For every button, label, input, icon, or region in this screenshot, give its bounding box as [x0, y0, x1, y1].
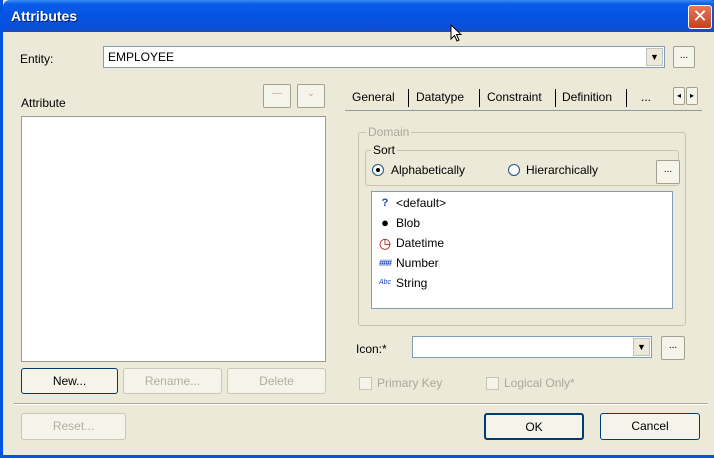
chevron-down-icon: ⌄ [306, 88, 316, 99]
tab-constraint[interactable]: Constraint [487, 87, 542, 109]
icon-dropdown-arrow[interactable]: ▼ [633, 338, 650, 356]
mouse-cursor-icon [450, 24, 463, 42]
close-button[interactable]: ✕ [688, 5, 712, 29]
tab-definition[interactable]: Definition [562, 87, 612, 109]
tab-separator [626, 89, 627, 107]
ok-button[interactable]: OK [484, 413, 584, 440]
icon-browse-button[interactable]: ... [661, 336, 685, 360]
sort-hierarchically-radio[interactable] [508, 164, 520, 176]
sort-browse-button[interactable]: ... [656, 160, 680, 184]
tab-baseline [345, 110, 702, 111]
radio-selected-dot [376, 168, 380, 172]
domain-item-label: Blob [396, 216, 421, 230]
new-button[interactable]: New... [21, 368, 118, 394]
attributes-window: Attributes ✕ Entity: EMPLOYEE ▼ ... Attr… [0, 0, 714, 458]
domain-item-label: Number [396, 256, 439, 270]
attribute-list[interactable] [21, 116, 326, 362]
domain-legend: Domain [366, 125, 412, 139]
primary-key-label: Primary Key [377, 376, 443, 390]
rename-button[interactable]: Rename... [123, 368, 222, 394]
tab-scroll-right[interactable]: ▸ [686, 87, 698, 105]
attribute-label: Attribute [21, 96, 66, 110]
chevron-right-icon: ▸ [689, 91, 694, 100]
chevron-left-icon: ◂ [676, 91, 681, 100]
move-up-button[interactable]: — [263, 84, 291, 108]
entity-combo[interactable]: EMPLOYEE ▼ [103, 46, 665, 68]
tab-scroll-left[interactable]: ◂ [673, 87, 685, 105]
delete-button[interactable]: Delete [227, 368, 326, 394]
chevron-down-icon: ▼ [650, 52, 659, 62]
entity-dropdown-arrow[interactable]: ▼ [646, 48, 663, 66]
domain-item-label: <default> [396, 196, 447, 210]
question-icon: ? [381, 197, 389, 209]
entity-label: Entity: [20, 52, 54, 66]
cancel-button[interactable]: Cancel [600, 413, 700, 440]
reset-button[interactable]: Reset... [21, 413, 126, 440]
primary-key-checkbox[interactable] [359, 377, 372, 390]
domain-item-label: Datetime [396, 236, 445, 250]
sort-alphabetically-radio[interactable] [372, 164, 384, 176]
entity-value: EMPLOYEE [108, 50, 175, 64]
icon-combo[interactable]: ▼ [412, 336, 652, 358]
dialog-body: Entity: EMPLOYEE ▼ ... Attribute — ⌄ Gen… [6, 24, 714, 455]
dash-icon: — [272, 88, 282, 99]
close-icon: ✕ [692, 6, 708, 26]
window-title: Attributes [11, 8, 78, 24]
tab-separator [479, 89, 480, 107]
chevron-down-icon: ▼ [637, 342, 646, 352]
footer-separator [14, 403, 708, 405]
move-down-button[interactable]: ⌄ [297, 84, 325, 108]
tab-separator [408, 89, 409, 107]
tab-more[interactable]: ... [641, 87, 651, 109]
tab-datatype[interactable]: Datatype [416, 87, 464, 109]
sort-legend: Sort [371, 143, 398, 157]
title-bar[interactable]: Attributes ✕ [3, 0, 714, 32]
domain-list[interactable]: ? <default> ● Blob ◷ Datetime ### Number… [371, 191, 673, 309]
icon-label: Icon:* [356, 342, 387, 356]
clock-icon: ◷ [378, 235, 392, 251]
sort-hierarchically-label[interactable]: Hierarchically [526, 163, 598, 177]
domain-item-label: String [396, 276, 428, 290]
tab-strip: General Datatype Constraint Definition .… [349, 84, 701, 110]
tab-general[interactable]: General [352, 87, 395, 109]
entity-browse-button[interactable]: ... [673, 46, 695, 68]
blob-icon: ● [381, 215, 389, 230]
logical-only-checkbox[interactable] [486, 377, 499, 390]
logical-only-label: Logical Only* [504, 376, 575, 390]
tab-separator [555, 89, 556, 107]
number-icon: ### [378, 258, 392, 268]
string-icon: Abc [378, 279, 392, 286]
sort-alphabetically-label[interactable]: Alphabetically [391, 163, 465, 177]
